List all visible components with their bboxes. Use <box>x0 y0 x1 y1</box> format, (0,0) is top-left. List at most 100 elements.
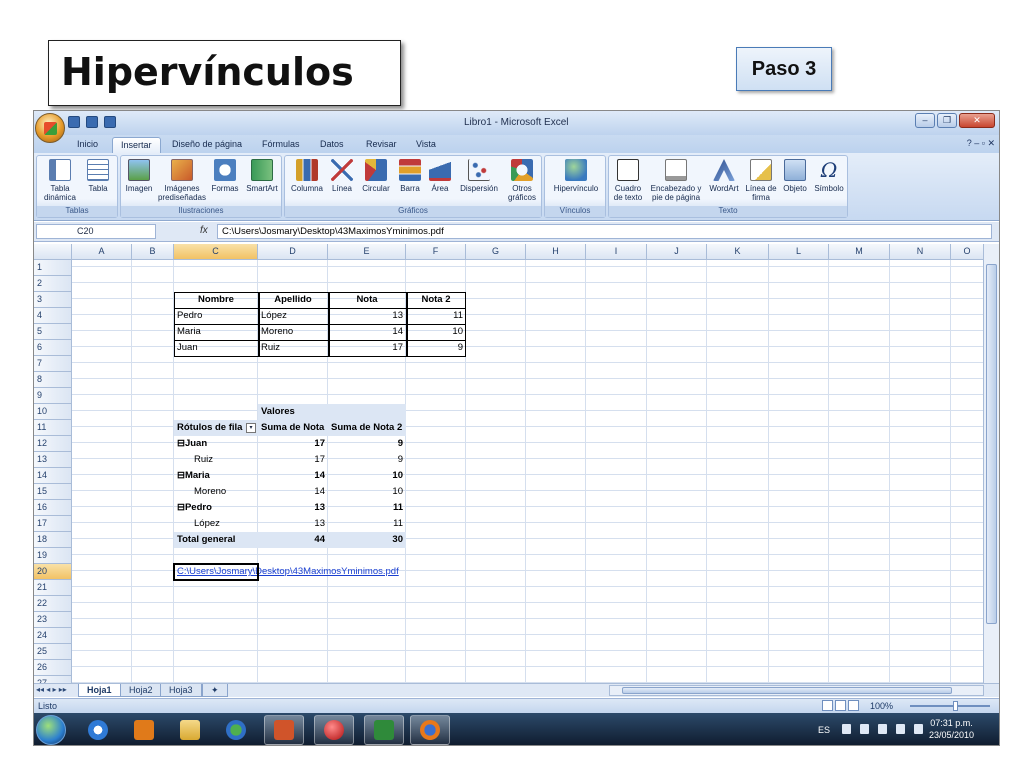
row-header-4[interactable]: 4 <box>34 308 72 324</box>
start-button[interactable] <box>36 715 66 745</box>
table-cell[interactable]: 9 <box>406 340 466 356</box>
select-all-corner[interactable] <box>34 244 72 260</box>
row-header-7[interactable]: 7 <box>34 356 72 372</box>
pivot-value[interactable]: 11 <box>328 516 406 532</box>
explorer-taskbar-button[interactable] <box>170 715 210 745</box>
row-header-8[interactable]: 8 <box>34 372 72 388</box>
table-cell[interactable]: 13 <box>328 308 406 324</box>
vertical-scroll-thumb[interactable] <box>986 264 997 624</box>
horizontal-scrollbar[interactable] <box>609 685 984 696</box>
zoom-slider-knob[interactable] <box>953 701 958 711</box>
sheet-tab-hoja3[interactable]: Hoja3 <box>160 684 202 697</box>
column-header-c[interactable]: C <box>174 244 258 260</box>
smartart-button[interactable]: SmartArt <box>243 159 281 193</box>
tab-vista[interactable]: Vista <box>408 137 444 153</box>
ie-taskbar-button[interactable] <box>78 715 118 745</box>
powerpoint-taskbar-button[interactable] <box>264 715 304 745</box>
flag-icon[interactable] <box>860 724 869 734</box>
system-tray[interactable] <box>842 724 923 734</box>
tab-insertar[interactable]: Insertar <box>112 137 161 153</box>
minimize-button[interactable]: – <box>915 113 935 128</box>
formula-input[interactable]: C:\Users\Josmary\Desktop\43MaximosYminim… <box>217 224 992 239</box>
sheet-tab-hoja1[interactable]: Hoja1 <box>78 684 121 697</box>
media-player-taskbar-button[interactable] <box>124 715 164 745</box>
help-icon[interactable]: ? – ▫ ✕ <box>967 138 995 149</box>
save-icon[interactable] <box>68 116 80 128</box>
normal-view-icon[interactable] <box>822 700 833 711</box>
name-box[interactable]: C20 <box>36 224 156 239</box>
row-header-21[interactable]: 21 <box>34 580 72 596</box>
pivot-row-label[interactable]: Ruiz <box>174 452 258 468</box>
pivot-total-value[interactable]: 44 <box>258 532 328 548</box>
table-header-cell[interactable]: Nota 2 <box>406 292 466 308</box>
image-button[interactable]: Imagen <box>122 159 156 193</box>
pivot-row-label[interactable]: ⊟Maria <box>174 468 258 484</box>
object-button[interactable]: Objeto <box>780 159 810 193</box>
table-cell[interactable]: Pedro <box>174 308 258 324</box>
excel-taskbar-button[interactable] <box>364 715 404 745</box>
table-header-cell[interactable]: Nota <box>328 292 406 308</box>
fx-icon[interactable]: fx <box>200 225 208 236</box>
zoom-slider[interactable] <box>910 705 990 707</box>
vertical-scrollbar[interactable] <box>983 244 999 683</box>
media-taskbar-button[interactable] <box>314 715 354 745</box>
pivot-row-label[interactable]: López <box>174 516 258 532</box>
pivot-total-value[interactable]: 30 <box>328 532 406 548</box>
pivot-value[interactable]: 9 <box>328 436 406 452</box>
signature-line-button[interactable]: Línea de firma <box>743 159 779 202</box>
tab-f-rmulas[interactable]: Fórmulas <box>254 137 308 153</box>
line-chart-button[interactable]: Línea <box>328 159 356 193</box>
row-header-17[interactable]: 17 <box>34 516 72 532</box>
wordart-button[interactable]: WordArt <box>706 159 742 193</box>
pivot-value[interactable]: 9 <box>328 452 406 468</box>
column-header-f[interactable]: F <box>406 244 466 260</box>
pivot-value[interactable]: 10 <box>328 484 406 500</box>
pivot-total-label[interactable]: Total general <box>174 532 258 548</box>
table-cell[interactable]: Moreno <box>258 324 328 340</box>
insert-sheet-icon[interactable]: ✦ <box>202 684 228 697</box>
pivot-value[interactable]: 14 <box>258 468 328 484</box>
column-header-j[interactable]: J <box>647 244 707 260</box>
column-header-d[interactable]: D <box>258 244 328 260</box>
pivot-value[interactable]: 14 <box>258 484 328 500</box>
page-break-view-icon[interactable] <box>848 700 859 711</box>
shapes-button[interactable]: Formas <box>209 159 241 193</box>
pivot-values-label[interactable]: Valores <box>258 404 328 420</box>
column-header-i[interactable]: I <box>586 244 647 260</box>
row-header-11[interactable]: 11 <box>34 420 72 436</box>
row-header-12[interactable]: 12 <box>34 436 72 452</box>
row-header-1[interactable]: 1 <box>34 260 72 276</box>
row-header-3[interactable]: 3 <box>34 292 72 308</box>
symbol-button[interactable]: Ω Símbolo <box>811 159 847 193</box>
pivot-row-label[interactable]: ⊟Pedro <box>174 500 258 516</box>
pivot-table-button[interactable]: Tabla dinámica <box>40 159 80 202</box>
table-cell[interactable]: 10 <box>406 324 466 340</box>
redo-icon[interactable] <box>104 116 116 128</box>
row-header-14[interactable]: 14 <box>34 468 72 484</box>
pivot-col-header[interactable]: Suma de Nota <box>258 420 328 436</box>
tray-arrow-icon[interactable] <box>842 724 851 734</box>
table-cell[interactable]: Ruiz <box>258 340 328 356</box>
pivot-value[interactable]: 10 <box>328 468 406 484</box>
row-header-26[interactable]: 26 <box>34 660 72 676</box>
area-chart-button[interactable]: Área <box>426 159 454 193</box>
pivot-row-label[interactable]: ⊟Juan <box>174 436 258 452</box>
pivot-row-label[interactable]: Moreno <box>174 484 258 500</box>
pivot-value[interactable]: 13 <box>258 500 328 516</box>
row-header-5[interactable]: 5 <box>34 324 72 340</box>
table-cell[interactable]: 14 <box>328 324 406 340</box>
clipart-button[interactable]: Imágenes prediseñadas <box>157 159 207 202</box>
pivot-col-header[interactable]: Suma de Nota 2 <box>328 420 406 436</box>
pivot-value[interactable]: 11 <box>328 500 406 516</box>
page-layout-view-icon[interactable] <box>835 700 846 711</box>
undo-icon[interactable] <box>86 116 98 128</box>
table-header-cell[interactable]: Apellido <box>258 292 328 308</box>
hyperlink-button[interactable]: Hipervínculo <box>548 159 604 193</box>
column-header-a[interactable]: A <box>72 244 132 260</box>
other-charts-button[interactable]: Otros gráficos <box>503 159 541 202</box>
scatter-chart-button[interactable]: Dispersión <box>456 159 502 193</box>
firefox-taskbar-button[interactable] <box>410 715 450 745</box>
row-header-18[interactable]: 18 <box>34 532 72 548</box>
column-chart-button[interactable]: Columna <box>288 159 326 193</box>
row-header-23[interactable]: 23 <box>34 612 72 628</box>
